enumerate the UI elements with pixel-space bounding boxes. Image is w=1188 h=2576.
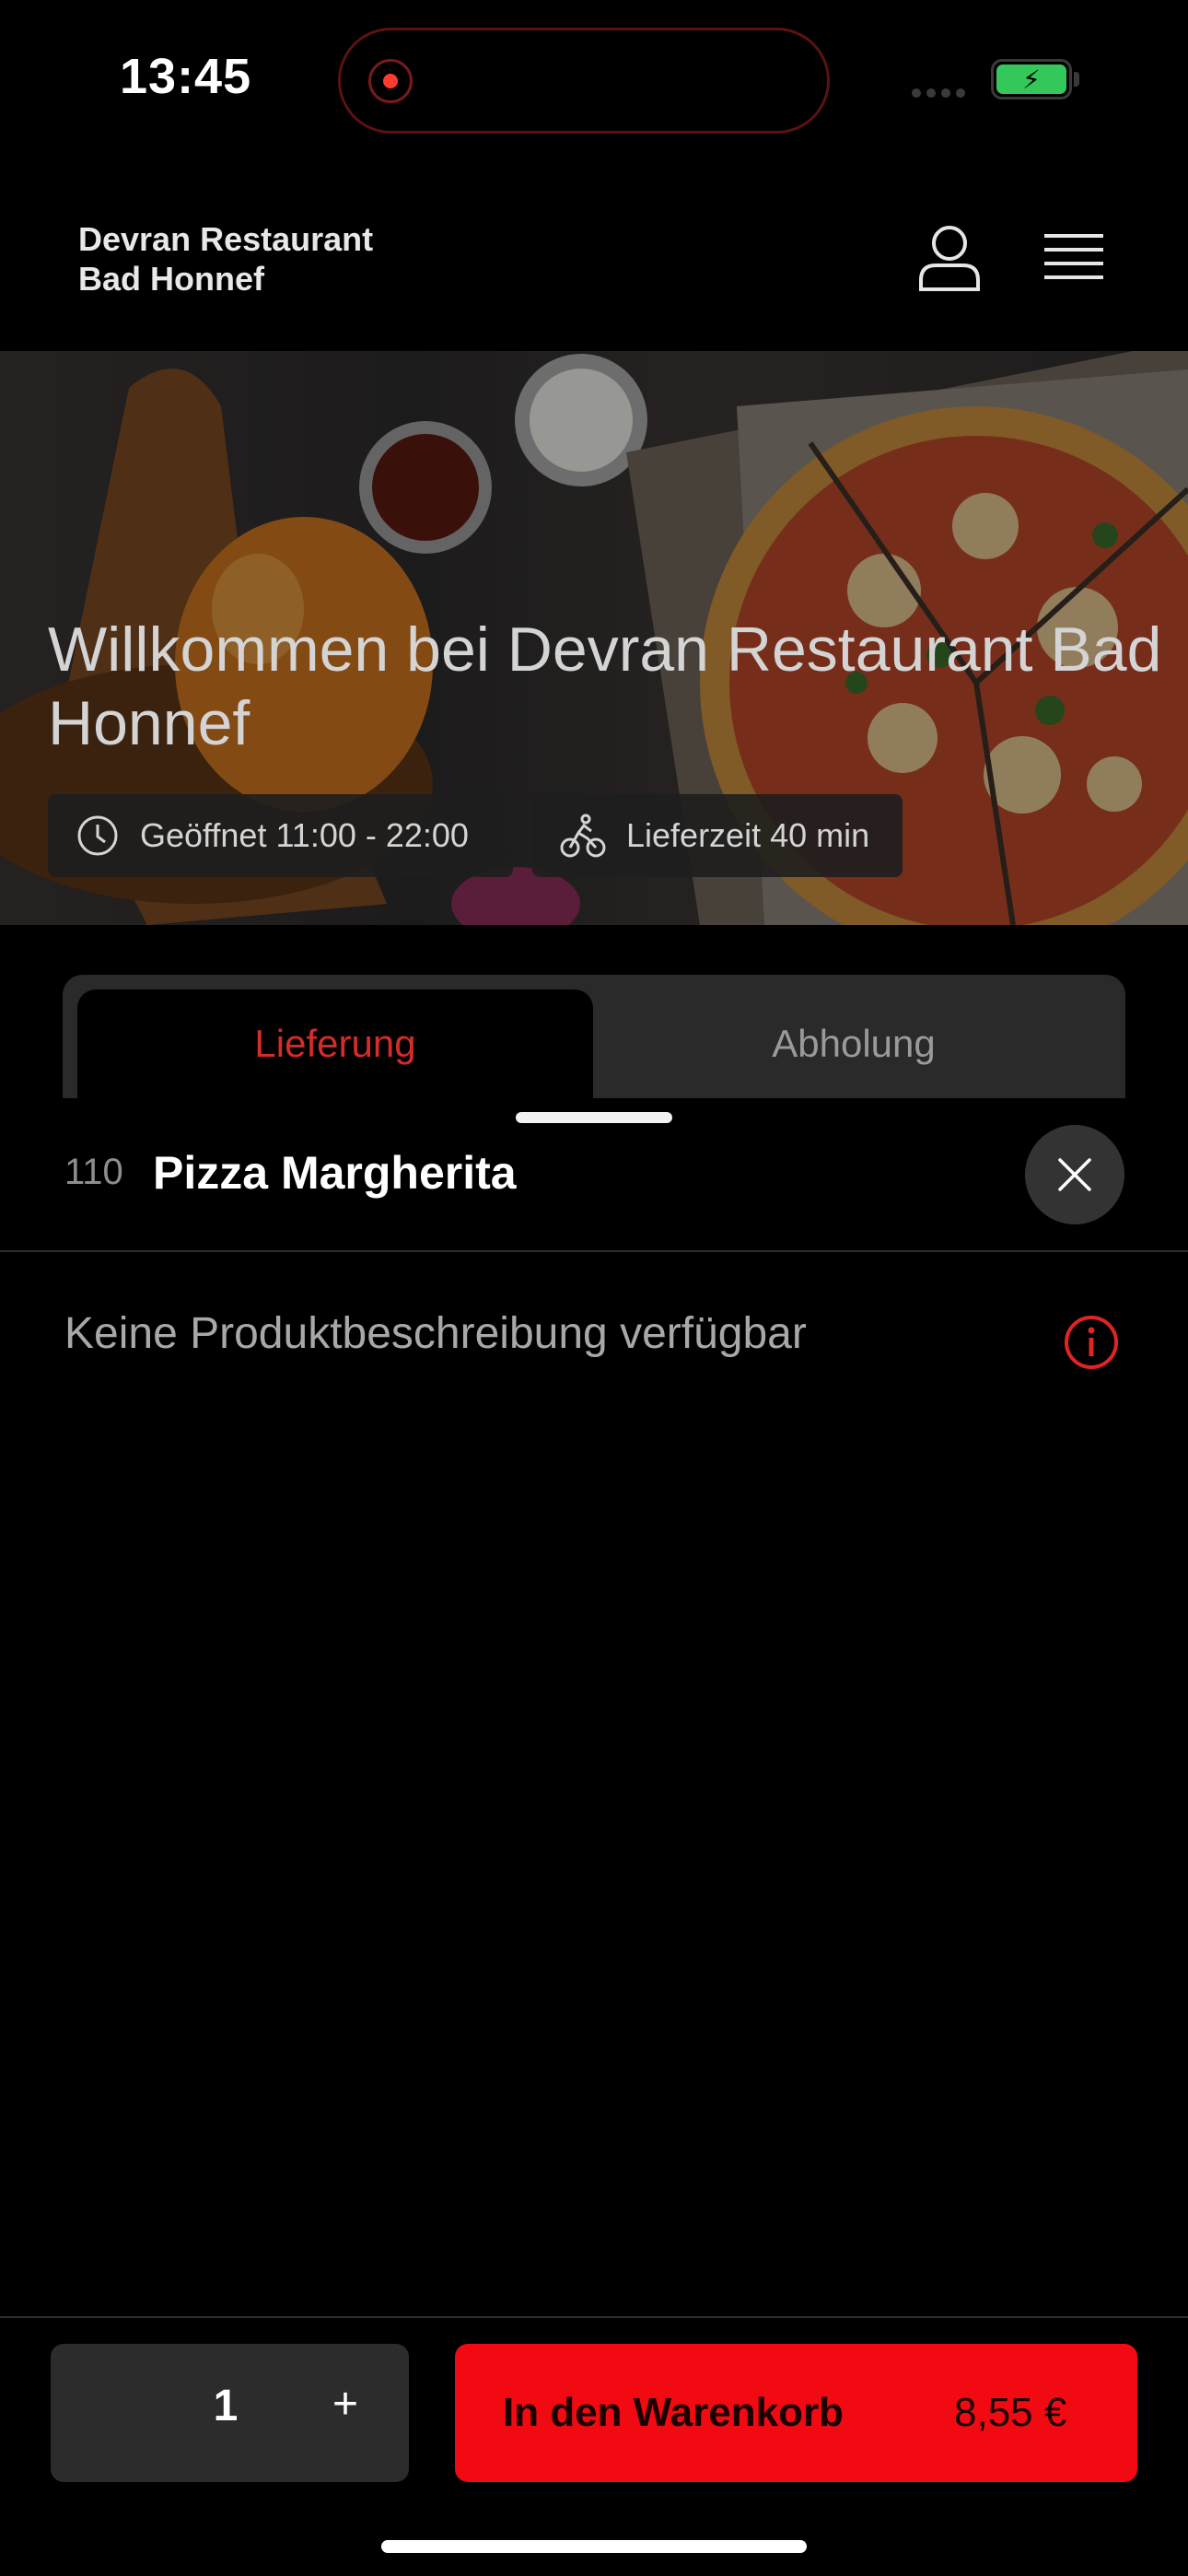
delivery-time-chip: Lieferzeit 40 min: [532, 794, 903, 877]
battery-icon: ⚡: [991, 59, 1072, 100]
increase-quantity-button[interactable]: +: [327, 2379, 364, 2430]
cellular-signal-icon: [912, 86, 971, 102]
battery-cap: [1074, 72, 1079, 87]
quantity-value: 1: [213, 2382, 239, 2430]
add-to-cart-label: In den Warenkorb: [503, 2390, 844, 2435]
clock-icon: [77, 815, 118, 856]
divider: [0, 1250, 1188, 1252]
hero-banner: Willkommen bei Devran Restaurant Bad Hon…: [0, 351, 1188, 925]
user-icon[interactable]: [917, 225, 982, 291]
restaurant-name-line2: Bad Honnef: [78, 260, 264, 298]
status-time: 13:45: [120, 49, 252, 104]
hamburger-menu-icon[interactable]: [1044, 232, 1103, 284]
add-to-cart-price: 8,55 €: [954, 2390, 1067, 2435]
restaurant-name[interactable]: Devran Restaurant Bad Honnef: [78, 219, 373, 299]
restaurant-name-line1: Devran Restaurant: [78, 220, 374, 258]
close-button[interactable]: [1025, 1125, 1124, 1224]
tab-delivery[interactable]: Lieferung: [77, 989, 593, 1098]
product-number: 110: [64, 1152, 123, 1192]
opening-hours-chip: Geöffnet 11:00 - 22:00: [48, 794, 513, 877]
product-name: Pizza Margherita: [153, 1147, 517, 1199]
product-description: Keine Produktbeschreibung verfügbar: [64, 1309, 807, 1358]
bottom-divider: [0, 2316, 1188, 2318]
hero-title: Willkommen bei Devran Restaurant Bad Hon…: [48, 615, 1162, 758]
tab-pickup[interactable]: Abholung: [593, 989, 1114, 1098]
home-indicator[interactable]: [381, 2540, 807, 2553]
recording-indicator-icon: [368, 59, 413, 103]
sheet-grabber-handle[interactable]: [516, 1112, 672, 1123]
opening-hours-text: Geöffnet 11:00 - 22:00: [140, 816, 469, 854]
delivery-time-text: Lieferzeit 40 min: [626, 816, 870, 854]
bike-courier-icon: [560, 814, 606, 858]
info-icon[interactable]: [1064, 1315, 1119, 1370]
close-icon: [1058, 1158, 1091, 1191]
